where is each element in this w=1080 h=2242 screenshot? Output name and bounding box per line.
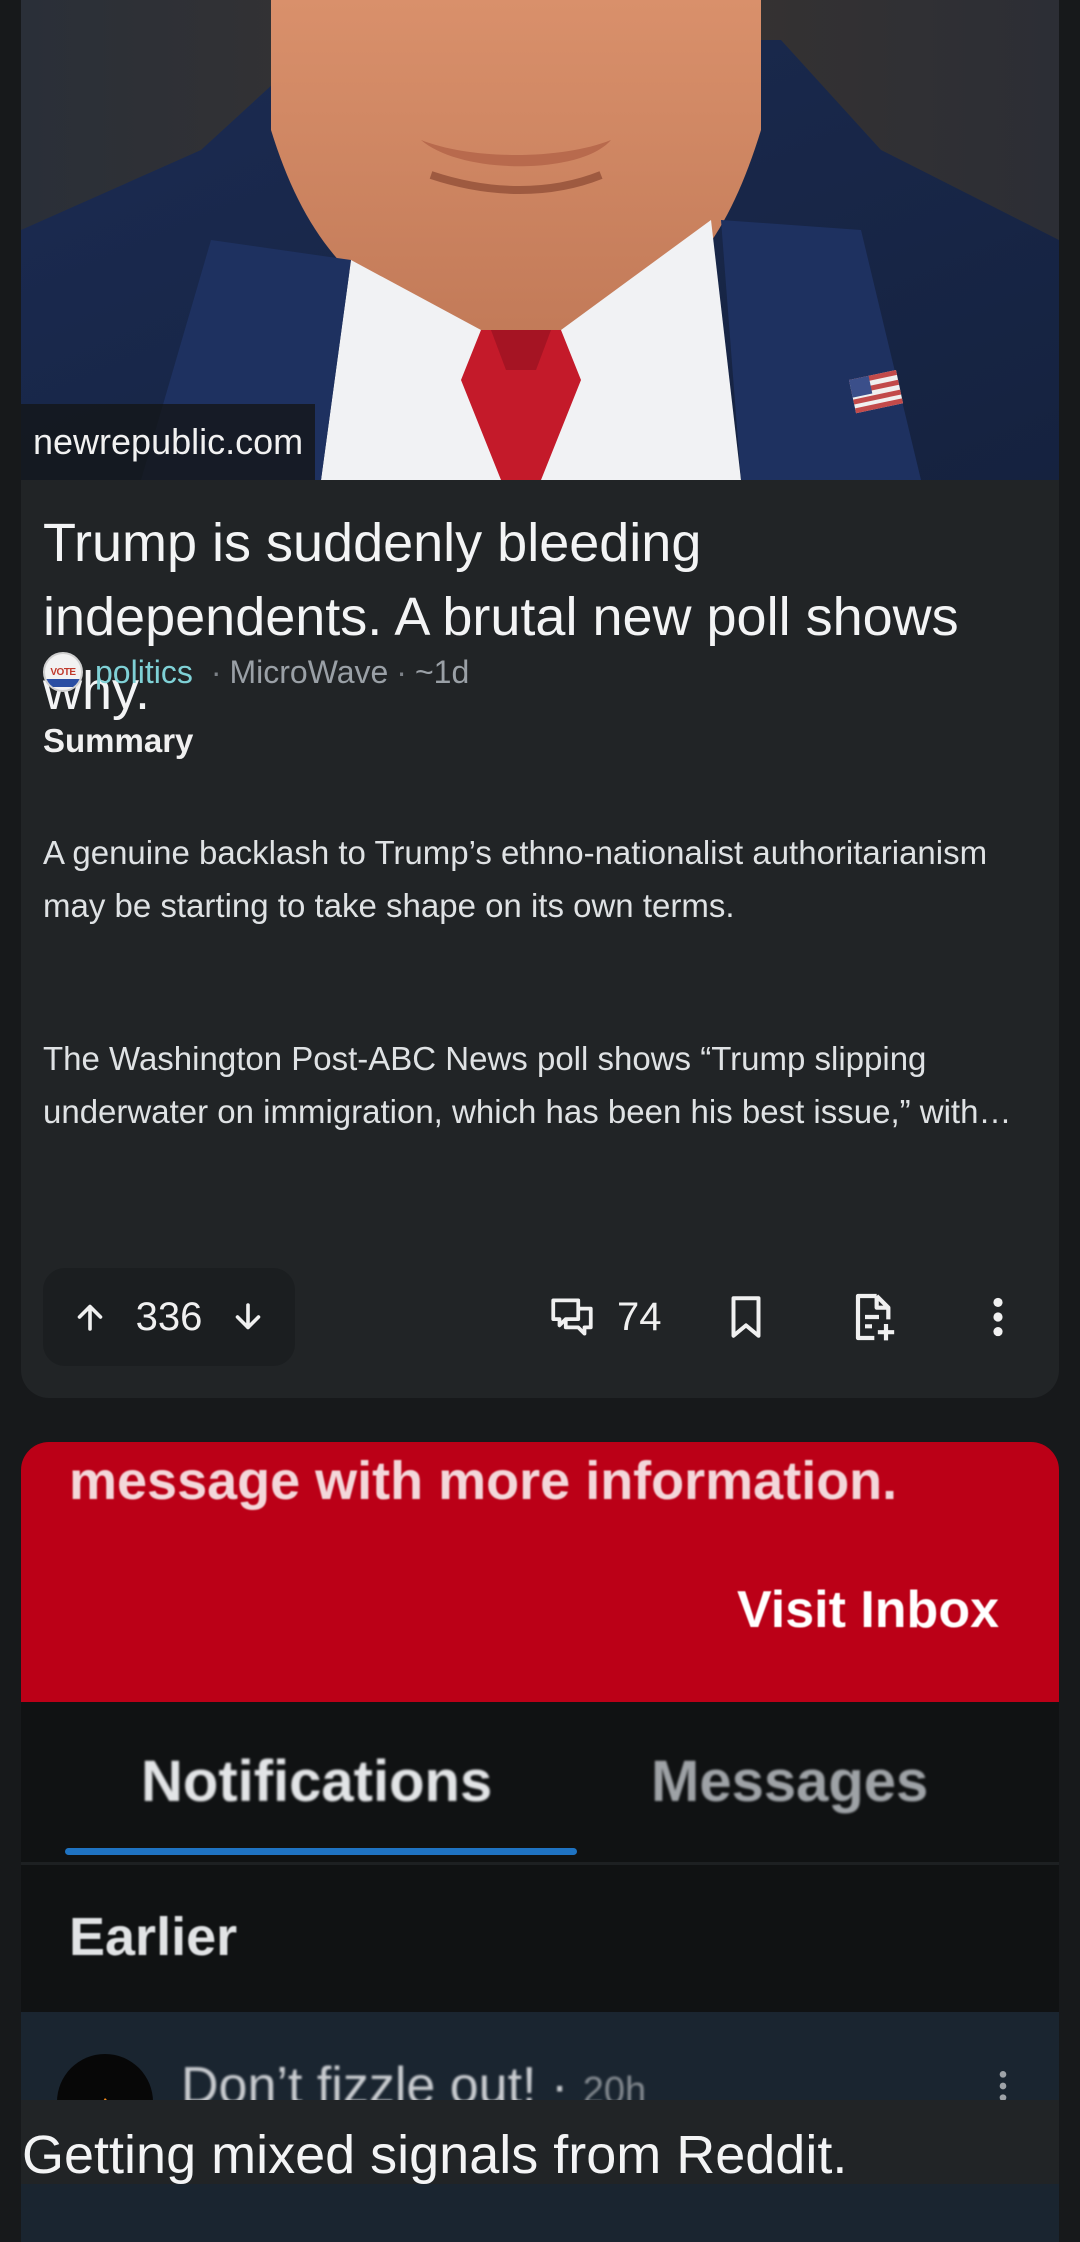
- vote-control: 336: [43, 1268, 295, 1366]
- vote-badge-text: VOTE: [50, 666, 76, 678]
- section-earlier: Earlier: [69, 1907, 238, 1967]
- post-domain[interactable]: newrepublic.com: [21, 404, 316, 480]
- post-meta: VOTE politics · MicroWave · ~1d: [43, 650, 469, 694]
- vote-badge-icon[interactable]: VOTE: [43, 652, 83, 692]
- inbox-banner: message with more information. Visit Inb…: [21, 1442, 1059, 1702]
- upvote-button[interactable]: [70, 1297, 110, 1337]
- inbox-tabs: Notifications Messages: [21, 1702, 1059, 1865]
- banner-message: message with more information.: [69, 1451, 898, 1511]
- more-options-button[interactable]: [983, 1290, 1013, 1344]
- vote-score: 336: [135, 1294, 203, 1339]
- summary-paragraph-2: The Washington Post-ABC News poll shows …: [43, 1040, 1012, 1130]
- arrow-down-icon: [236, 1303, 261, 1330]
- community-name[interactable]: politics: [95, 654, 193, 691]
- document-add-icon: [855, 1293, 895, 1341]
- bookmark-icon: [731, 1296, 761, 1338]
- more-vertical-icon: [993, 1297, 1003, 1337]
- add-note-button[interactable]: [844, 1290, 900, 1344]
- save-button[interactable]: [721, 1290, 771, 1344]
- post-author[interactable]: MicroWave: [229, 654, 388, 691]
- comment-count: 74: [617, 1294, 662, 1339]
- post-card[interactable]: newrepublic.com Trump is suddenly bleedi…: [21, 0, 1059, 1398]
- tab-notifications: Notifications: [141, 1749, 493, 1814]
- post-thumbnail[interactable]: newrepublic.com: [21, 0, 1059, 480]
- arrow-up-icon: [77, 1304, 102, 1331]
- comments-icon: [551, 1298, 593, 1336]
- post-title[interactable]: Trump is suddenly bleeding independents.…: [43, 506, 1053, 728]
- post-age: ~1d: [414, 653, 470, 690]
- visit-inbox-link: Visit Inbox: [737, 1581, 999, 1639]
- summary-paragraph-1: A genuine backlash to Trump’s ethno-nati…: [43, 834, 988, 924]
- comments-button[interactable]: 74: [547, 1290, 662, 1344]
- active-tab-indicator: [65, 1848, 577, 1855]
- next-post-title[interactable]: Getting mixed signals from Reddit.: [22, 2124, 847, 2186]
- summary-heading: Summary: [43, 722, 194, 759]
- downvote-button[interactable]: [228, 1297, 268, 1337]
- meta-separator: ·: [210, 653, 222, 690]
- tab-messages: Messages: [651, 1749, 929, 1814]
- meta-separator: ·: [396, 653, 407, 690]
